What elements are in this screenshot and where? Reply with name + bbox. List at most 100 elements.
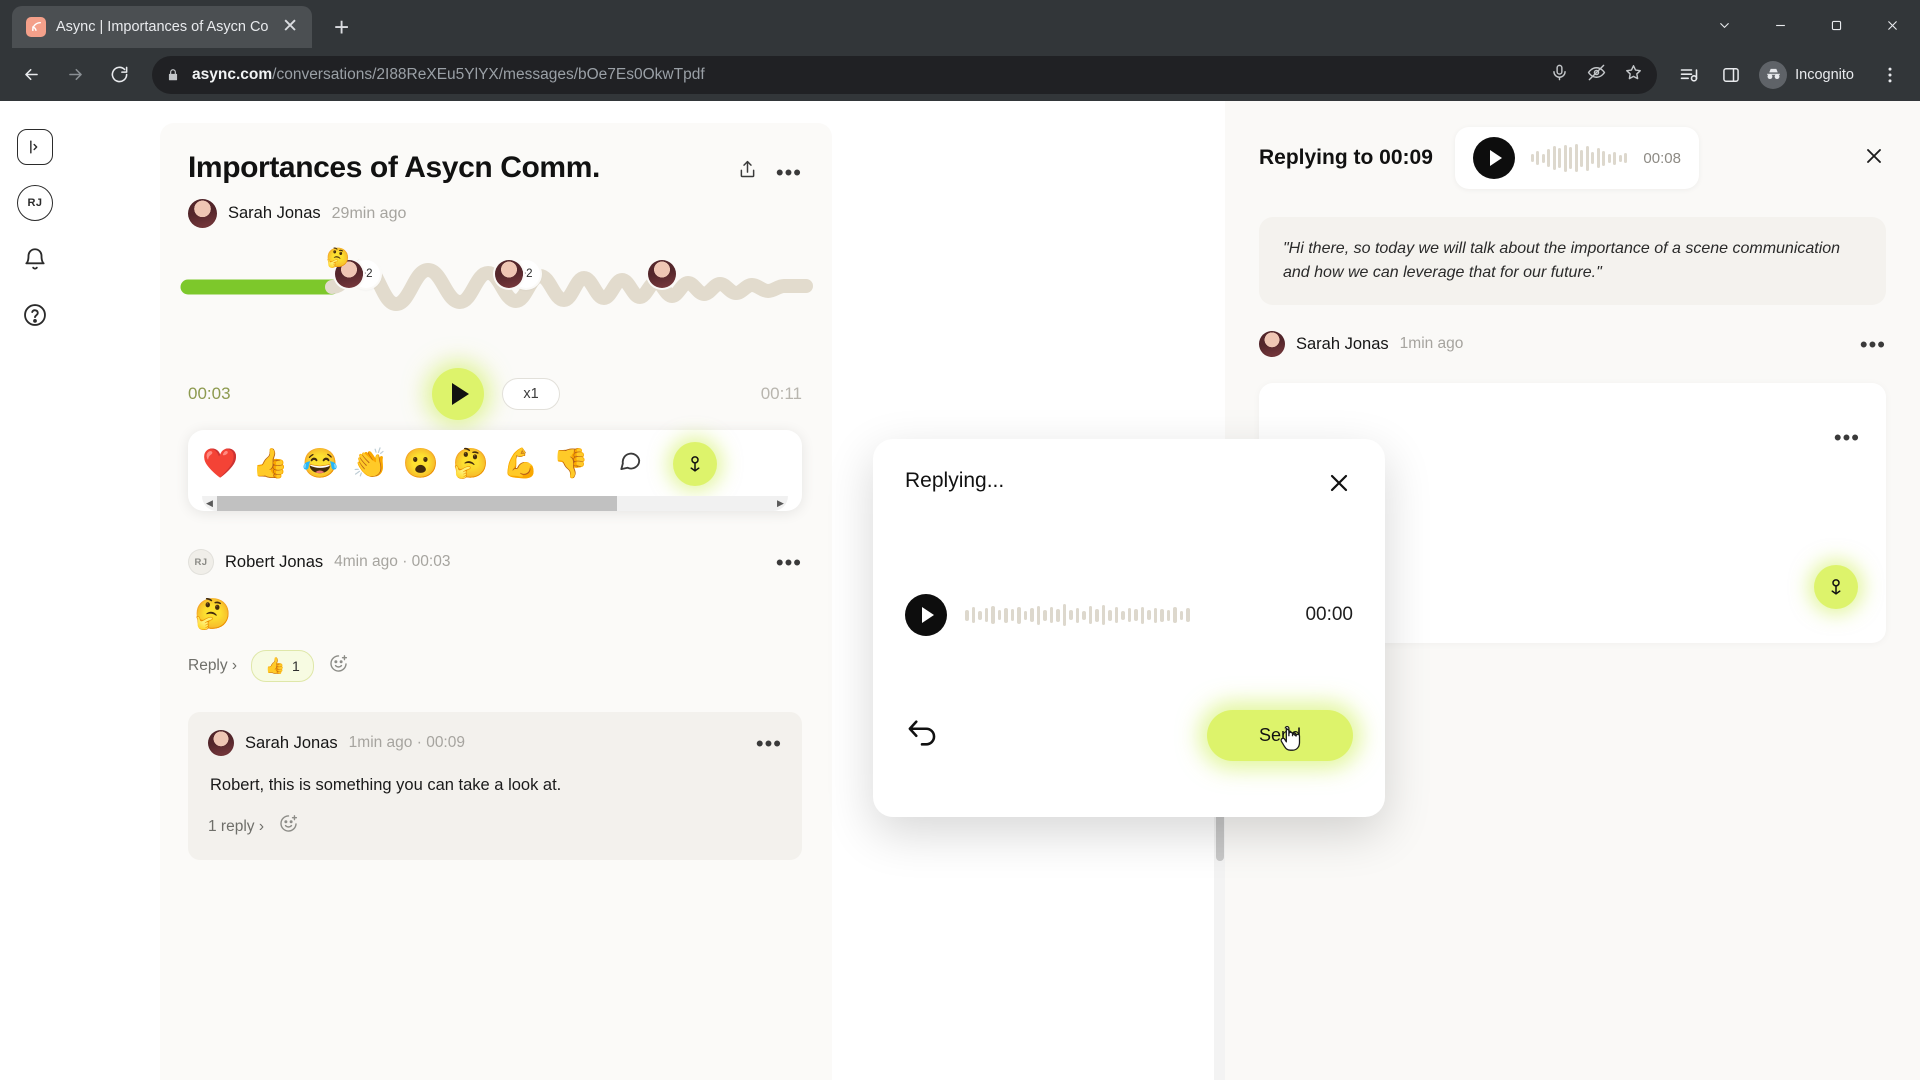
waveform-reaction-cluster[interactable] [648,260,676,289]
lock-icon [166,68,180,82]
audio-waveform[interactable]: 🤔 +2 +2 [160,249,832,366]
waveform-reaction-cluster[interactable]: 🤔 +2 [326,249,380,289]
nested-reply-card: Sarah Jonas 1min ago · 00:09 ••• Robert,… [188,712,802,861]
play-button[interactable] [905,594,947,637]
joy-icon[interactable]: 😂 [302,449,338,479]
reply-panel-message-header: Sarah Jonas 1min ago ••• [1259,331,1886,358]
record-voice-button[interactable] [672,442,717,487]
tab-title: Async | Importances of Asycn Co [56,18,269,35]
thumbs-up-icon: 👍 [265,658,286,676]
minimize-all-icon[interactable] [1696,0,1752,50]
play-button[interactable] [1472,137,1515,180]
reply-panel-header: Replying to 00:09 00:08 [1259,127,1886,190]
browser-window: Async | Importances of Asycn Co ✕ + asyn… [0,0,1920,1080]
page-title: Importances of Asycn Comm. [188,151,600,185]
microphone-icon[interactable] [1550,63,1569,87]
question-circle-icon[interactable] [17,297,53,333]
chrome-menu-icon[interactable] [1872,57,1908,93]
avatar[interactable]: RJ [17,185,53,222]
nested-reply-text: Robert, this is something you can take a… [210,776,562,795]
send-button[interactable]: Send [1206,710,1353,762]
close-icon[interactable] [1862,144,1886,173]
open-mouth-icon[interactable]: 😮 [402,449,438,479]
more-options-icon[interactable]: ••• [756,732,782,754]
reply-header: RJ Robert Jonas 4min ago · 00:03 ••• [188,549,802,576]
url-text: async.com/conversations/2I88ReXEu5YlYX/m… [192,66,1538,84]
author-name: Sarah Jonas [228,204,321,223]
reload-icon[interactable] [100,56,138,94]
reaction-chip[interactable]: 👍 1 [251,650,314,683]
close-tab-icon[interactable]: ✕ [278,17,302,36]
nested-reply-author-name: Sarah Jonas [245,733,338,752]
transcript-text: "Hi there, so today we will talk about t… [1259,217,1886,306]
scrollbar-track[interactable] [217,496,773,512]
more-options-icon[interactable]: ••• [776,161,802,183]
thumbs-down-icon[interactable]: 👎 [553,449,589,479]
toolbar-right: Incognito [1671,57,1908,93]
avatar [1259,331,1285,358]
muscle-icon[interactable]: 💪 [503,449,539,479]
modal-footer: Send [905,710,1353,762]
waveform-reaction-cluster[interactable]: +2 [495,260,540,289]
close-window-icon[interactable] [1864,0,1920,50]
omnibox-icons [1550,63,1643,87]
thumbs-up-icon[interactable]: 👍 [252,449,288,479]
scrollbar-thumb[interactable] [217,496,618,512]
reaction-bar: ❤️ 👍 😂 👏 😮 🤔 💪 👎 ◀ ▶ [188,430,802,512]
eye-off-icon[interactable] [1587,63,1606,87]
reply-link[interactable]: Reply › [188,657,237,675]
address-bar[interactable]: async.com/conversations/2I88ReXEu5YlYX/m… [152,55,1658,94]
sidebar-item-expand-sidebar[interactable] [17,129,53,166]
minimize-icon[interactable] [1752,0,1808,50]
undo-icon[interactable] [905,716,939,755]
share-icon[interactable] [737,159,758,185]
message-timestamp: 1min ago [1399,335,1464,353]
scroll-left-icon[interactable]: ◀ [202,498,217,509]
reply-panel-title: Replying to 00:09 [1259,146,1433,170]
more-options-icon[interactable]: ••• [1860,333,1886,355]
reaction-bar-wrapper: ❤️ 👍 😂 👏 😮 🤔 💪 👎 ◀ ▶ [160,404,832,512]
thread-card: Importances of Asycn Comm. ••• Sarah Jon… [160,123,832,1080]
more-options-icon[interactable]: ••• [776,551,802,573]
maximize-icon[interactable] [1808,0,1864,50]
more-options-icon[interactable]: ••• [1834,427,1860,449]
nested-reply-header: Sarah Jonas 1min ago · 00:09 ••• [208,730,782,757]
new-tab-button[interactable]: + [334,14,349,40]
author-timestamp: 29min ago [331,204,407,222]
message-author-name: Sarah Jonas [1296,334,1389,353]
media-control-icon[interactable] [1671,57,1707,93]
mini-waveform [1530,143,1628,173]
side-panel-icon[interactable] [1713,57,1749,93]
add-reaction-icon[interactable] [328,653,349,680]
reply-panel-audio-player[interactable]: 00:08 [1454,127,1699,190]
scroll-right-icon[interactable]: ▶ [773,498,788,509]
play-icon [922,607,934,624]
bell-icon[interactable] [17,241,53,277]
bookmark-star-icon[interactable] [1624,63,1643,87]
thread-author: Sarah Jonas 29min ago [160,185,832,229]
profile-button[interactable]: Incognito [1755,57,1866,93]
recording-timer: 00:00 [1305,604,1353,626]
play-icon [452,383,470,406]
avatar [648,260,676,289]
avatar [208,730,234,757]
view-replies-link[interactable]: 1 reply › [208,818,264,836]
nested-reply-actions: 1 reply › [208,813,782,840]
record-voice-button[interactable] [1814,565,1858,610]
close-icon[interactable] [1325,469,1353,502]
thinking-face-icon[interactable]: 🤔 [453,449,489,479]
reply-body-emoji: 🤔 [194,598,232,632]
reaction-bar-scrollbar[interactable]: ◀ ▶ [202,496,788,512]
add-reaction-icon[interactable] [278,813,299,840]
back-icon[interactable] [12,56,50,94]
modal-audio-player[interactable]: 00:00 [905,594,1353,637]
comment-icon[interactable] [617,448,643,481]
playback-speed-button[interactable]: x1 [502,378,560,411]
forward-icon[interactable] [56,56,94,94]
reply-recording-modal: Replying... 00:00 Send [873,439,1385,818]
url-path: /conversations/2I88ReXEu5YlYX/messages/b… [272,65,705,83]
heart-icon[interactable]: ❤️ [202,449,238,479]
audio-duration: 00:08 [1643,149,1681,167]
browser-tab[interactable]: Async | Importances of Asycn Co ✕ [12,5,312,48]
clap-icon[interactable]: 👏 [352,449,388,479]
